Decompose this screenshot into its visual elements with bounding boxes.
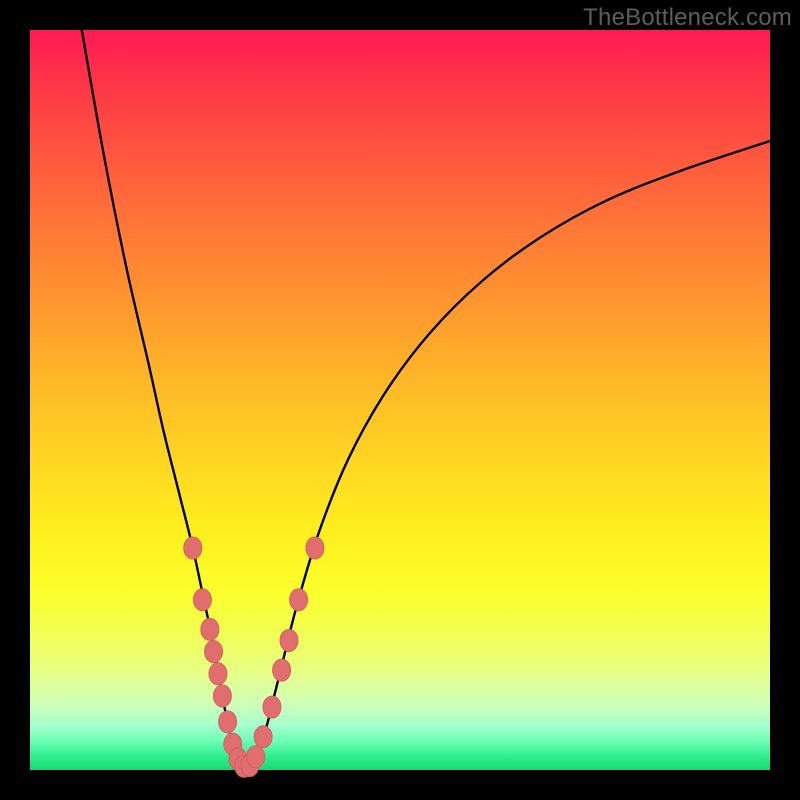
marker-dot	[213, 685, 231, 707]
marker-dot	[254, 726, 272, 748]
chart-frame: TheBottleneck.com	[0, 0, 800, 800]
marker-dot	[184, 537, 202, 559]
plot-area	[30, 30, 770, 770]
marker-dot	[193, 589, 211, 611]
marker-dot	[306, 537, 324, 559]
marker-dot	[205, 641, 223, 663]
bottleneck-curve	[82, 30, 770, 768]
marker-dot	[209, 663, 227, 685]
marker-dot	[280, 630, 298, 652]
curve-layer	[82, 30, 770, 768]
marker-dot	[201, 618, 219, 640]
chart-svg	[30, 30, 770, 770]
marker-dot	[247, 746, 265, 768]
marker-dot	[219, 711, 237, 733]
marker-dot	[290, 589, 308, 611]
highlight-markers	[184, 537, 324, 777]
watermark: TheBottleneck.com	[583, 4, 792, 32]
marker-dot	[263, 696, 281, 718]
marker-dot	[273, 659, 291, 681]
